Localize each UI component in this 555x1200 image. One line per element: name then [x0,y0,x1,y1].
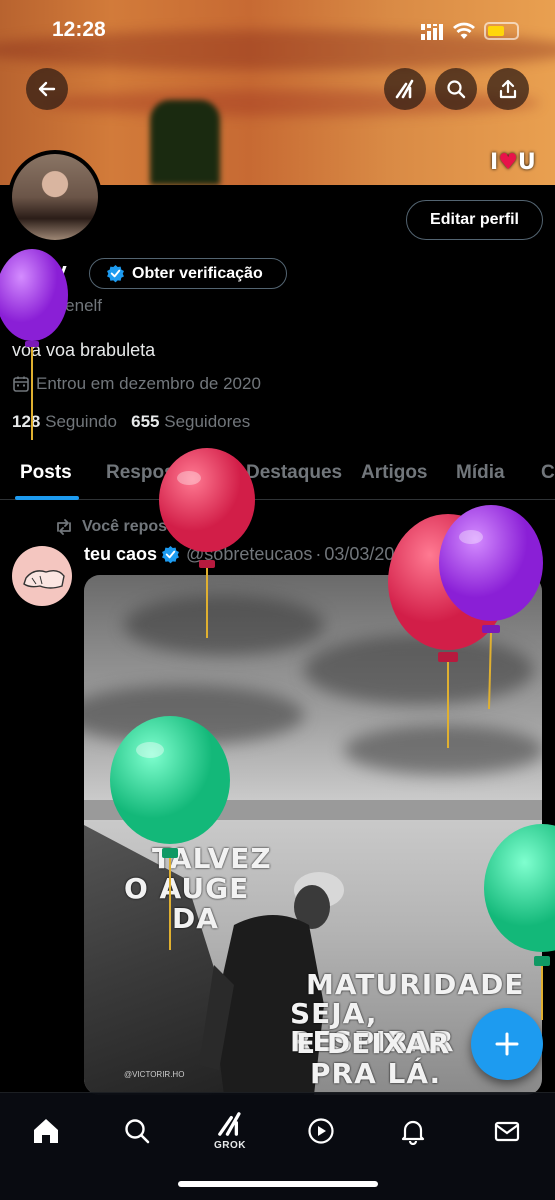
cellular-signal-icon [421,24,443,40]
grok-icon [395,79,414,99]
sticker-i-love-u: I♥U [490,150,536,175]
plus-icon [495,1032,519,1056]
tab-posts[interactable]: Posts [20,462,72,484]
wifi-icon [453,22,475,39]
followers-count: 655 [131,412,160,431]
tab-highlights[interactable]: Destaques [246,462,342,484]
search-icon [447,80,466,99]
get-verified-button[interactable]: Obter verificação [89,258,287,289]
status-bar: 12:28 [0,0,555,62]
compose-post-button[interactable] [471,1008,543,1080]
followers-link[interactable]: 655 Seguidores [131,412,250,431]
search-button[interactable] [435,68,477,110]
nav-notifications[interactable] [393,1111,433,1151]
profile-tabs: Posts Respostas Destaques Artigos Mídia … [0,455,555,500]
share-button[interactable] [487,68,529,110]
nav-video[interactable] [301,1111,341,1151]
mail-icon [494,1121,520,1142]
home-icon [34,1119,58,1143]
balloon-purple-left [0,249,68,440]
grok-label: GROK [214,1139,246,1151]
bell-icon [401,1120,425,1145]
home-indicator [178,1181,378,1187]
back-button[interactable] [26,68,68,110]
post-author-avatar[interactable] [12,546,72,606]
tab-more[interactable]: C [541,462,555,484]
balloon-purple-right [439,505,543,710]
tab-articles[interactable]: Artigos [361,462,428,484]
balloon-green-right [484,824,555,1020]
post-author-name[interactable]: teu caos [84,544,157,565]
search-icon [125,1119,150,1144]
verified-badge-icon [107,264,124,283]
share-icon [499,79,517,99]
grok-button[interactable] [384,68,426,110]
followers-label: Seguidores [164,412,251,431]
play-icon [308,1118,334,1144]
image-text-line6: E DEIXAR [296,1027,451,1060]
post-meta-separator: · [315,544,322,564]
nav-home[interactable] [26,1111,66,1151]
active-tab-indicator [15,496,79,500]
arrow-left-icon [38,81,56,97]
battery-icon [484,22,519,40]
balloon-red-center [159,448,255,638]
image-credit: @VICTORIR.HO [124,1070,185,1079]
nav-messages[interactable] [487,1111,527,1151]
image-text-line7: PRA LÁ. [310,1057,442,1090]
get-verified-label: Obter verificação [132,264,263,282]
repost-icon [57,519,71,535]
edit-profile-button[interactable]: Editar perfil [406,200,543,240]
balloon-green-left [110,716,230,950]
profile-avatar[interactable] [8,150,102,244]
nav-search[interactable] [117,1111,157,1151]
grok-icon [218,1111,241,1136]
nav-grok[interactable]: GROK [210,1105,250,1155]
status-time: 12:28 [52,18,106,41]
tab-media[interactable]: Mídia [456,462,505,484]
